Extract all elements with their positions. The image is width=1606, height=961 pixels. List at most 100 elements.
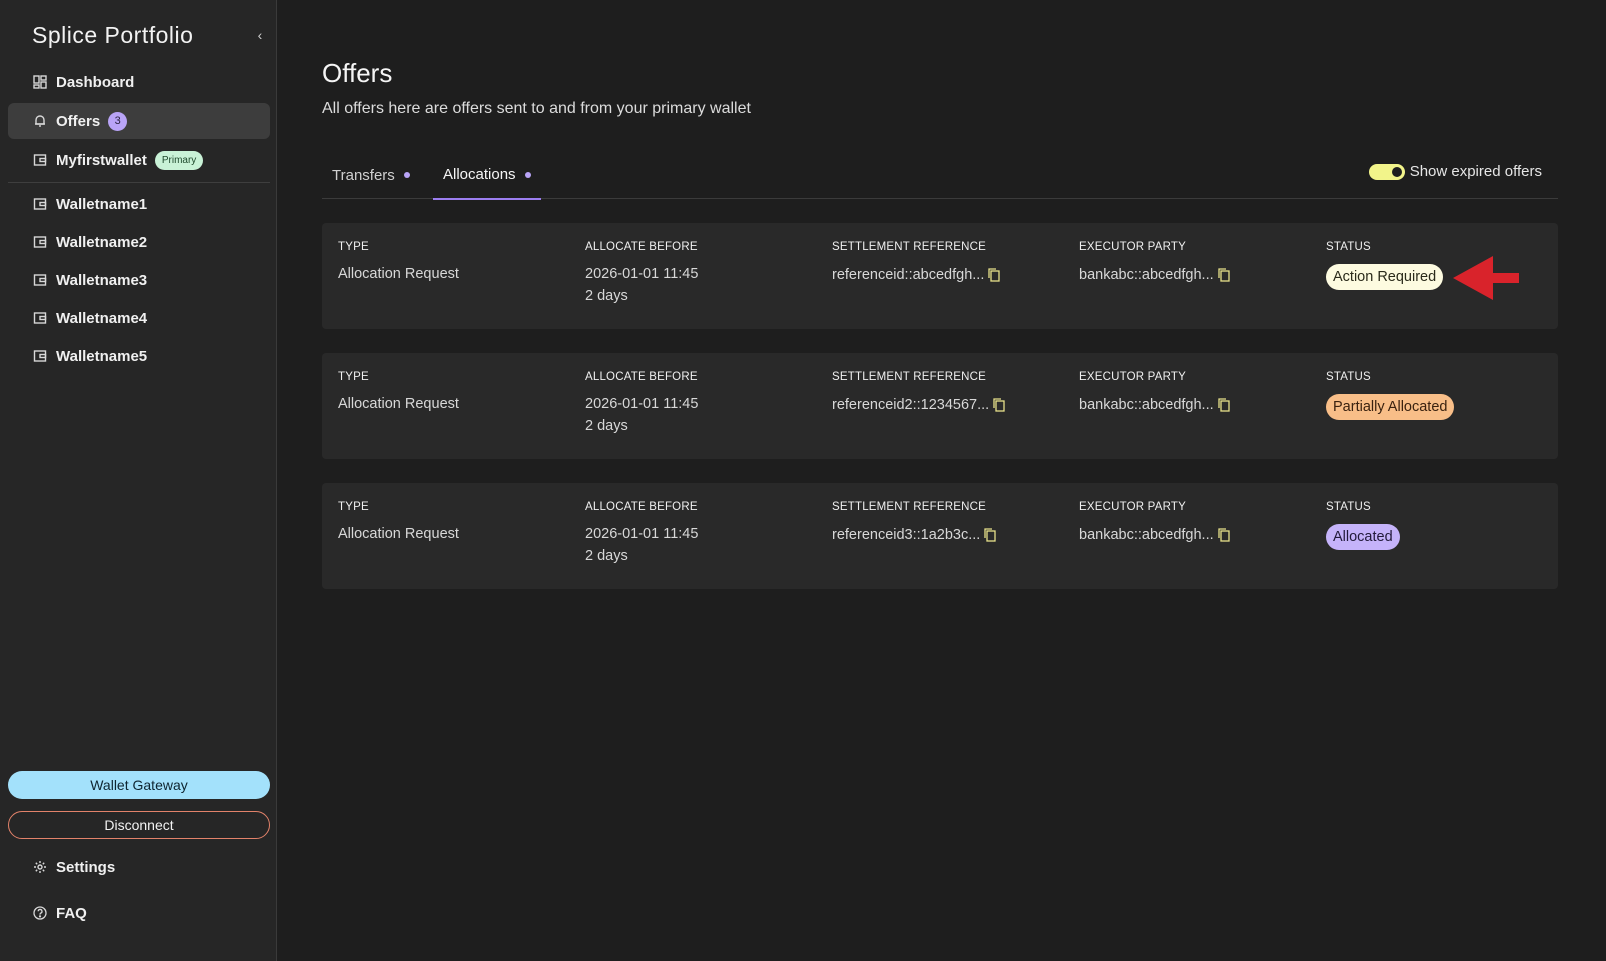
bell-icon (33, 114, 47, 128)
allocate-before-label: ALLOCATE BEFORE (585, 241, 698, 253)
copy-icon[interactable] (987, 267, 1001, 283)
page-subtitle: All offers here are offers sent to and f… (322, 100, 751, 117)
wallet-icon (33, 153, 47, 167)
toggle-switch[interactable] (1368, 163, 1405, 180)
disconnect-button[interactable]: Disconnect (8, 811, 270, 839)
wallet-gateway-button[interactable]: Wallet Gateway (8, 771, 270, 799)
sidebar-item-offers[interactable]: Offers 3 (8, 103, 270, 139)
executor-party-label: EXECUTOR PARTY (1079, 501, 1186, 513)
status-column: STATUS Partially Allocated (1326, 371, 1455, 420)
offers-count-badge: 3 (108, 111, 128, 131)
copy-icon[interactable] (992, 397, 1006, 413)
executor-party-value: bankabc::abcedfgh... (1079, 267, 1214, 283)
sidebar-item-walletname1[interactable]: Walletname1 (8, 186, 270, 222)
sidebar-item-label: Walletname4 (56, 309, 148, 327)
status-badge: Partially Allocated (1326, 394, 1455, 420)
sidebar-item-label: Walletname5 (56, 347, 148, 365)
tab-label: Transfers (332, 166, 395, 184)
allocate-before-column: ALLOCATE BEFORE 2026-01-01 11:45 2 days (585, 501, 698, 567)
copy-icon[interactable] (1217, 527, 1231, 543)
copy-icon[interactable] (1217, 397, 1231, 413)
executor-party-value: bankabc::abcedfgh... (1079, 527, 1214, 543)
sidebar-item-label: Myfirstwallet (56, 151, 147, 169)
type-value: Allocation Request (338, 396, 459, 412)
sidebar-item-label: Walletname1 (56, 195, 148, 213)
type-column: TYPE Allocation Request (338, 501, 459, 545)
offer-card[interactable]: TYPE Allocation Request ALLOCATE BEFORE … (322, 483, 1558, 589)
tab-indicator-dot (524, 171, 531, 178)
type-label: TYPE (338, 241, 369, 253)
sidebar-item-label: Walletname3 (56, 271, 148, 289)
status-column: STATUS Action Required (1326, 241, 1444, 290)
sidebar-item-walletname3[interactable]: Walletname3 (8, 262, 270, 298)
executor-party-column: EXECUTOR PARTY bankabc::abcedfgh... (1079, 371, 1231, 413)
sidebar: Splice Portfolio ‹ Dashboard Offers 3 My… (0, 0, 277, 961)
sidebar-item-faq[interactable]: FAQ (8, 895, 270, 931)
toggle-knob (1391, 166, 1402, 177)
toggle-label: Show expired offers (1409, 163, 1542, 180)
allocate-before-date: 2026-01-01 11:45 (585, 396, 699, 412)
sidebar-item-dashboard[interactable]: Dashboard (8, 64, 270, 100)
settlement-reference-value: referenceid3::1a2b3c... (832, 527, 981, 543)
sidebar-item-settings[interactable]: Settings (8, 849, 270, 885)
collapse-sidebar-icon[interactable]: ‹ (252, 26, 268, 44)
sidebar-item-label: Offers (56, 112, 101, 130)
brand-title: Splice Portfolio (32, 22, 194, 48)
settlement-reference-value: referenceid::abcedfgh... (832, 267, 985, 283)
show-expired-toggle[interactable]: Show expired offers (1368, 163, 1542, 180)
sidebar-item-label: Dashboard (56, 73, 135, 91)
wallet-icon (33, 235, 47, 249)
red-arrow-icon (1453, 256, 1519, 300)
settlement-reference-value: referenceid2::1234567... (832, 397, 990, 413)
type-column: TYPE Allocation Request (338, 371, 459, 415)
status-label: STATUS (1326, 371, 1371, 383)
wallet-icon (33, 311, 47, 325)
wallet-icon (33, 349, 47, 363)
status-label: STATUS (1326, 501, 1371, 513)
type-label: TYPE (338, 501, 369, 513)
status-column: STATUS Allocated (1326, 501, 1400, 550)
executor-party-column: EXECUTOR PARTY bankabc::abcedfgh... (1079, 501, 1231, 543)
allocate-before-label: ALLOCATE BEFORE (585, 371, 698, 383)
status-badge: Allocated (1326, 524, 1400, 550)
tab-transfers[interactable]: Transfers (322, 151, 420, 199)
sidebar-item-walletname2[interactable]: Walletname2 (8, 224, 270, 260)
offer-card[interactable]: TYPE Allocation Request ALLOCATE BEFORE … (322, 353, 1558, 459)
tab-label: Allocations (443, 166, 516, 183)
tab-allocations[interactable]: Allocations (433, 151, 541, 200)
allocate-before-column: ALLOCATE BEFORE 2026-01-01 11:45 2 days (585, 241, 698, 307)
wallet-icon (33, 273, 47, 287)
settlement-reference-label: SETTLEMENT REFERENCE (832, 501, 986, 513)
gear-icon (33, 860, 47, 874)
sidebar-item-myfirstwallet[interactable]: Myfirstwallet Primary (8, 142, 270, 178)
help-circle-icon (33, 906, 47, 920)
page-title: Offers (322, 58, 393, 88)
copy-icon[interactable] (1217, 267, 1231, 283)
sidebar-item-walletname4[interactable]: Walletname4 (8, 300, 270, 336)
settlement-reference-label: SETTLEMENT REFERENCE (832, 241, 986, 253)
allocate-before-relative: 2 days (585, 418, 628, 434)
sidebar-item-label: Settings (56, 858, 116, 876)
settlement-reference-column: SETTLEMENT REFERENCE referenceid::abcedf… (832, 241, 1001, 283)
executor-party-value: bankabc::abcedfgh... (1079, 397, 1214, 413)
tab-indicator-dot (403, 172, 410, 178)
status-label: STATUS (1326, 241, 1371, 253)
sidebar-item-walletname5[interactable]: Walletname5 (8, 338, 270, 374)
copy-icon[interactable] (983, 527, 997, 543)
type-column: TYPE Allocation Request (338, 241, 459, 285)
type-label: TYPE (338, 371, 369, 383)
type-value: Allocation Request (338, 266, 459, 282)
executor-party-label: EXECUTOR PARTY (1079, 371, 1186, 383)
allocate-before-column: ALLOCATE BEFORE 2026-01-01 11:45 2 days (585, 371, 698, 437)
offer-card[interactable]: TYPE Allocation Request ALLOCATE BEFORE … (322, 223, 1558, 329)
main-content: Offers All offers here are offers sent t… (278, 0, 1606, 961)
executor-party-column: EXECUTOR PARTY bankabc::abcedfgh... (1079, 241, 1231, 283)
settlement-reference-label: SETTLEMENT REFERENCE (832, 371, 986, 383)
allocate-before-date: 2026-01-01 11:45 (585, 266, 699, 282)
allocate-before-relative: 2 days (585, 288, 628, 304)
wallet-icon (33, 197, 47, 211)
allocate-before-date: 2026-01-01 11:45 (585, 526, 699, 542)
sidebar-item-label: Walletname2 (56, 233, 148, 251)
sidebar-item-label: FAQ (56, 904, 87, 922)
allocate-before-label: ALLOCATE BEFORE (585, 501, 698, 513)
